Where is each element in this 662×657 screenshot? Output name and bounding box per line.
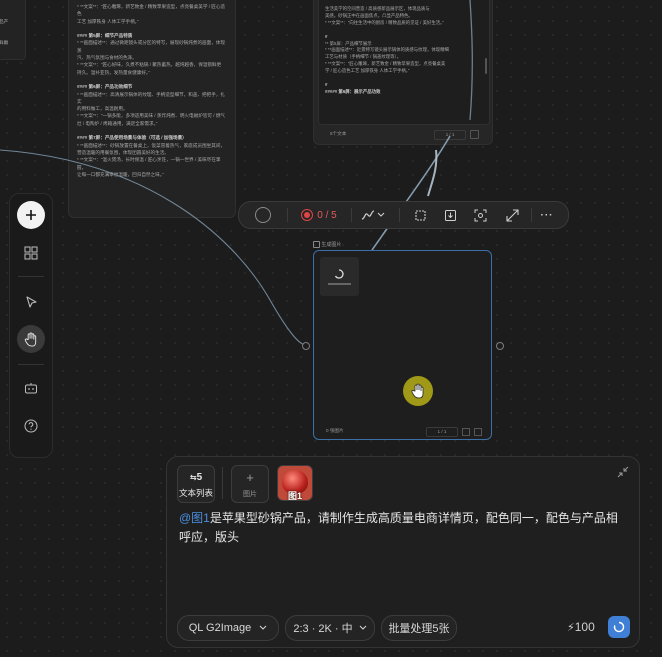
node-title-row: 生成图片 [313, 241, 341, 249]
select-tool-button[interactable] [17, 288, 45, 316]
toolbar-divider [287, 208, 288, 222]
ratio-label: 2:3 · 2K · 中 [293, 623, 353, 635]
node-expand-icon[interactable] [474, 428, 482, 436]
image-placeholder[interactable] [320, 257, 359, 296]
credits-value: 100 [574, 620, 595, 634]
wire-right-card-to-node [371, 135, 451, 251]
toolbar-divider [531, 208, 532, 222]
image-count-label: 0 张图片 [326, 428, 344, 433]
toolbar-divider [399, 208, 400, 222]
text-list-reference[interactable]: ⇆5 文本列表 [177, 465, 215, 503]
download-button[interactable] [439, 202, 461, 228]
chevron-down-icon [359, 625, 367, 630]
plus-icon: + [246, 470, 254, 485]
record-icon [301, 209, 314, 221]
more-button[interactable]: ··· [537, 202, 557, 228]
expand-arrows-icon [505, 208, 519, 222]
focus-button[interactable] [469, 202, 491, 228]
add-image-button[interactable]: + 图片 [231, 465, 269, 503]
prompt-body: 是苹果型砂锅产品，请制作生成高质量电商详情页，配色同一，配色与产品相呼应，版头 [179, 511, 618, 544]
batch-label: 批量处理5张 [388, 623, 450, 635]
robot-icon [25, 382, 37, 393]
wire-to-top-edge [469, 0, 473, 121]
chevron-down-icon [259, 625, 267, 630]
hand-icon [411, 383, 424, 399]
chevron-down-icon [377, 212, 385, 217]
model-label: QL G2Image [188, 622, 252, 634]
help-icon [24, 419, 38, 433]
circle-icon [255, 207, 271, 223]
crop-icon [414, 209, 426, 221]
loading-circle-icon [613, 621, 625, 633]
loading-spinner-icon [334, 269, 344, 279]
image-node-icon [313, 241, 320, 248]
curve-icon [361, 210, 375, 220]
image-generation-node[interactable]: 0 张图片 1 / 1 [313, 250, 492, 440]
download-icon [444, 209, 456, 221]
node-footer: 0 张图片 1 / 1 [314, 427, 491, 437]
hand-tool-icon [24, 331, 37, 347]
credits-display: ⚡100 [567, 620, 595, 634]
image-ref-label: 图1 [287, 491, 302, 501]
record-counter-button[interactable]: 0 / 5 [297, 202, 341, 228]
left-toolbar-divider [18, 276, 44, 277]
ratio-select[interactable]: 2:3 · 2K · 中 [285, 615, 375, 641]
hand-cursor [403, 376, 433, 406]
grid-icon [24, 246, 38, 260]
assistant-button[interactable] [17, 374, 45, 402]
focus-icon [474, 209, 486, 221]
node-toolbar: 0 / 5 ··· [238, 201, 569, 229]
add-node-button[interactable] [17, 201, 45, 229]
color-circle-button[interactable] [251, 202, 275, 228]
reference-divider [222, 467, 223, 499]
record-counter: 0 / 5 [317, 209, 337, 221]
loading-caption [328, 283, 351, 285]
prompt-mention: @图1 [179, 511, 210, 525]
plus-icon [26, 210, 36, 220]
text-list-count: ⇆5 [189, 472, 203, 483]
toolbar-divider [351, 208, 352, 222]
more-icon: ··· [540, 209, 554, 221]
expand-button[interactable] [501, 202, 523, 228]
node-title: 生成图片 [321, 242, 342, 248]
prompt-textarea[interactable]: @图1是苹果型砂锅产品，请制作生成高质量电商详情页，配色同一，配色与产品相呼应，… [179, 509, 625, 589]
left-connection-port[interactable] [302, 342, 310, 350]
collapse-arrows-icon [617, 466, 629, 478]
left-toolbar-divider [18, 364, 44, 365]
generate-button[interactable] [608, 616, 630, 638]
pointer-icon [25, 295, 37, 308]
right-connection-port[interactable] [496, 342, 504, 350]
node-grid-icon[interactable] [462, 428, 470, 436]
hand-tool-button[interactable] [17, 325, 45, 353]
help-button[interactable] [17, 412, 45, 440]
node-pager-label: 1 / 1 [437, 429, 447, 434]
model-select[interactable]: QL G2Image [177, 615, 279, 641]
prompt-panel: ⇆5 文本列表 + 图片 图1 @图1是苹果型砂锅产品，请制作生成高质量电商详情… [166, 456, 640, 648]
wire-right-card-top [427, 149, 438, 197]
curve-style-dropdown[interactable] [359, 202, 387, 228]
crop-button[interactable] [409, 202, 431, 228]
batch-button[interactable]: 批量处理5张 [381, 615, 457, 641]
grid-button[interactable] [17, 239, 45, 267]
left-toolbar [9, 193, 53, 458]
collapse-panel-button[interactable] [617, 465, 631, 479]
image-reference-thumb[interactable]: 图1 [277, 465, 313, 501]
link-icon: ⇆ [189, 473, 197, 482]
node-pager[interactable]: 1 / 1 [426, 427, 458, 437]
lightning-icon: ⚡ [567, 622, 575, 634]
add-image-label: 图片 [243, 491, 257, 498]
text-list-label: 文本列表 [178, 488, 213, 498]
